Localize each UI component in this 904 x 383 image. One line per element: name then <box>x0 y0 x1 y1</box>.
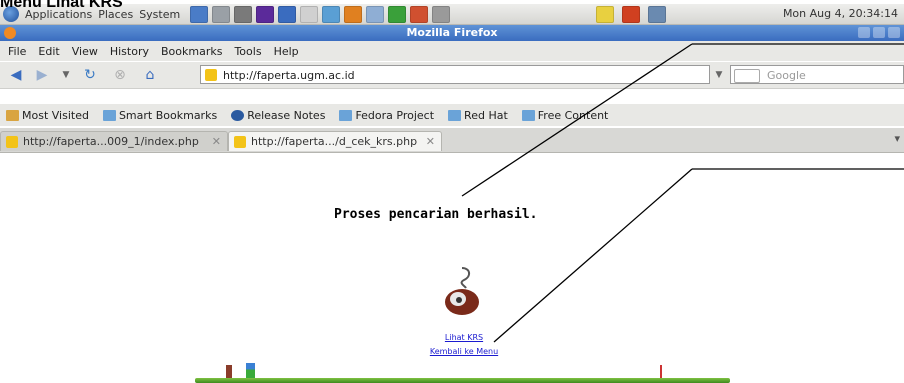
annotation-lines <box>461 43 904 343</box>
